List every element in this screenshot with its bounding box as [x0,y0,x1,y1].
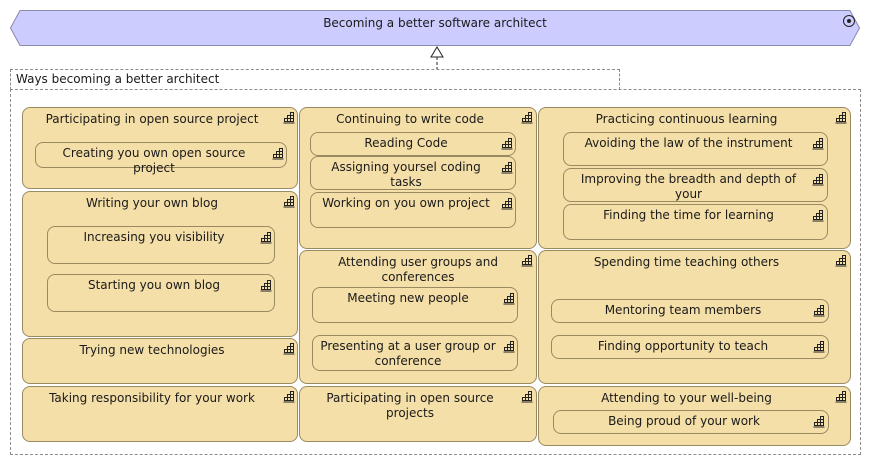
structure-icon [521,255,533,267]
box-title: Trying new technologies [79,343,225,357]
structure-icon [260,280,272,292]
sub-time-for-learning[interactable]: Finding the time for learning [563,204,828,240]
structure-icon [272,148,284,160]
sub-title: Meeting new people [347,291,469,305]
box-taking-responsibility[interactable]: Taking responsibility for your work [22,386,298,442]
structure-icon [813,341,825,353]
sub-title: Presenting at a user group or conference [320,339,496,368]
box-title: Spending time teaching others [593,255,780,269]
sub-breadth-depth[interactable]: Improving the breadth and depth of your [563,168,828,202]
structure-icon [812,174,824,186]
sub-working-own-project[interactable]: Working on you own project [310,192,516,228]
sub-increasing-visibility[interactable]: Increasing you visibility [47,226,275,264]
sub-assigning-coding-tasks[interactable]: Assigning yoursel coding tasks [310,156,516,190]
box-title: Practicing continuous learning [595,112,778,126]
sub-title: Mentoring team members [604,303,762,317]
sub-title: Creating you own open source project [62,146,246,175]
sub-title: Avoiding the law of the instrument [584,136,793,150]
structure-icon [283,343,295,355]
sub-title: Reading Code [364,136,448,150]
sub-title: Finding opportunity to teach [597,339,769,353]
sub-title: Working on you own project [322,196,490,210]
sub-title: Starting you own blog [87,278,221,292]
structure-icon [521,112,533,124]
box-title: Taking responsibility for your work [49,391,255,405]
structure-icon [503,341,515,353]
realization-arrow [430,46,444,69]
structure-icon [260,232,272,244]
grouping-label: Ways becoming a better architect [16,72,220,86]
sub-creating-open-source[interactable]: Creating you own open source project [35,142,287,175]
sub-starting-blog[interactable]: Starting you own blog [47,274,275,312]
sub-proud-of-work[interactable]: Being proud of your work [553,410,829,434]
box-continuous-learning[interactable]: Practicing continuous learning Avoiding … [538,107,851,249]
sub-title: Assigning yoursel coding tasks [331,160,481,189]
structure-icon [501,198,513,210]
box-title: Writing your own blog [86,196,218,210]
structure-icon [283,112,295,124]
structure-icon [812,210,824,222]
sub-title: Finding the time for learning [603,208,774,222]
box-title: Participating in open source projects [326,391,494,420]
box-continuing-write-code[interactable]: Continuing to write code Reading Code As… [299,107,537,249]
box-well-being[interactable]: Attending to your well-being Being proud… [538,386,851,446]
box-attending-user-groups[interactable]: Attending user groups and conferences Me… [299,250,537,384]
sub-opportunity-teach[interactable]: Finding opportunity to teach [551,335,829,359]
structure-icon [283,391,295,403]
box-title: Attending user groups and conferences [338,255,498,284]
structure-icon [283,196,295,208]
sub-title: Increasing you visibility [83,230,225,244]
structure-icon [813,305,825,317]
goal-target-icon [843,15,855,27]
sub-reading-code[interactable]: Reading Code [310,132,516,156]
sub-title: Improving the breadth and depth of your [580,172,797,201]
box-open-source-projects[interactable]: Participating in open source projects [299,386,537,442]
box-writing-blog[interactable]: Writing your own blog Increasing you vis… [22,191,298,337]
box-title: Participating in open source project [45,112,259,126]
structure-icon [835,112,847,124]
structure-icon [813,416,825,428]
structure-icon [835,391,847,403]
box-teaching-others[interactable]: Spending time teaching others Mentoring … [538,250,851,384]
box-open-source-project[interactable]: Participating in open source project Cre… [22,107,298,189]
box-title: Continuing to write code [336,112,484,126]
goal-title: Becoming a better software architect [323,16,547,30]
sub-law-of-instrument[interactable]: Avoiding the law of the instrument [563,132,828,166]
sub-presenting-user-group[interactable]: Presenting at a user group or conference [312,335,518,371]
structure-icon [812,138,824,150]
structure-icon [521,391,533,403]
sub-meeting-new-people[interactable]: Meeting new people [312,287,518,323]
structure-icon [501,162,513,174]
grouping-label-tab[interactable]: Ways becoming a better architect [10,69,620,90]
box-title: Attending to your well-being [601,391,772,405]
sub-mentoring-team[interactable]: Mentoring team members [551,299,829,323]
structure-icon [503,293,515,305]
sub-title: Being proud of your work [608,414,760,428]
structure-icon [835,255,847,267]
box-trying-new-technologies[interactable]: Trying new technologies [22,338,298,384]
structure-icon [501,138,513,150]
